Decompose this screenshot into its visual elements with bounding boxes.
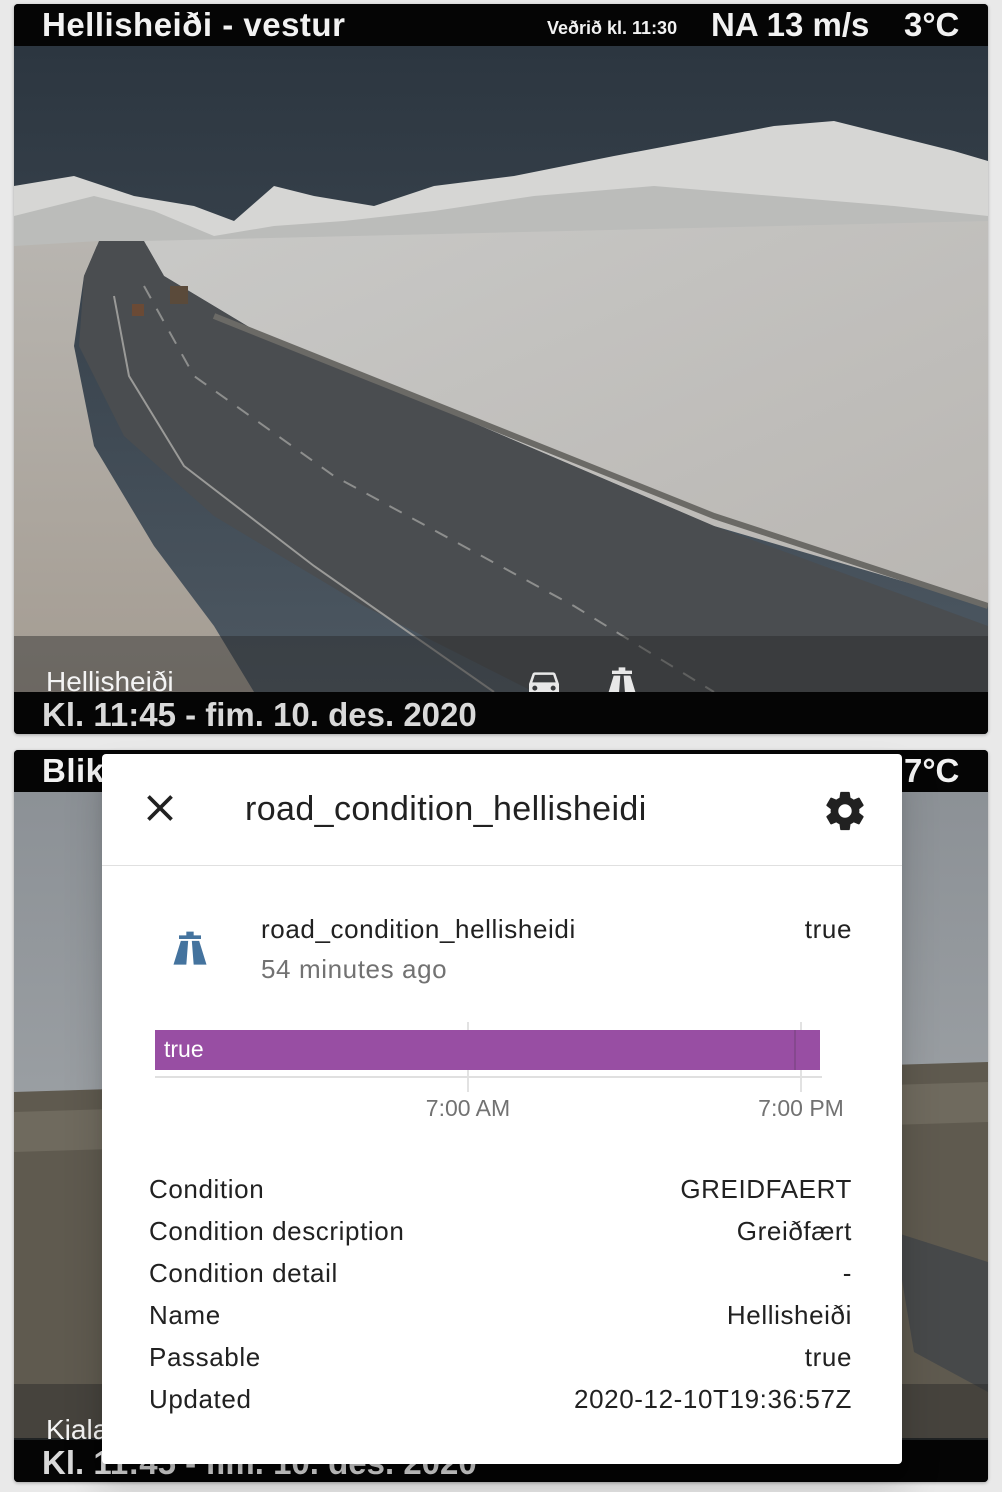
attribute-label: Updated: [149, 1384, 252, 1414]
more-info-dialog: road_condition_hellisheidi road_conditio…: [102, 754, 902, 1464]
gear-icon[interactable]: [822, 788, 868, 834]
entity-state: true: [804, 914, 852, 944]
attribute-value: true: [804, 1342, 852, 1372]
attribute-list: Condition GREIDFAERT Condition descripti…: [149, 1174, 852, 1426]
attribute-row: Condition GREIDFAERT: [149, 1174, 852, 1216]
dialog-header: road_condition_hellisheidi: [102, 754, 902, 866]
attribute-value: GREIDFAERT: [680, 1174, 852, 1204]
last-changed: 54 minutes ago: [261, 954, 448, 984]
state-bar-label: true: [164, 1036, 204, 1062]
attribute-label: Condition: [149, 1174, 265, 1204]
highway-icon: [168, 928, 212, 972]
attribute-row: Updated 2020-12-10T19:36:57Z: [149, 1384, 852, 1426]
attribute-value: 2020-12-10T19:36:57Z: [574, 1384, 852, 1414]
temperature-reading: 3°C: [904, 6, 960, 43]
camera-header: Hellisheiði - vestur Veðrið kl. 11:30 NA…: [14, 4, 988, 46]
timeline-chart: true 7:00 AM 7:00 PM: [155, 1022, 844, 1121]
attribute-value: Hellisheiði: [726, 1300, 852, 1330]
tick-label: 7:00 AM: [426, 1095, 510, 1121]
attribute-value: -: [842, 1258, 852, 1288]
close-icon[interactable]: [138, 786, 182, 830]
history-timeline[interactable]: true 7:00 AM 7:00 PM: [102, 1012, 902, 1132]
attribute-row: Passable true: [149, 1342, 852, 1384]
attribute-label: Name: [149, 1300, 221, 1330]
camera-image[interactable]: [14, 46, 988, 692]
attribute-label: Condition detail: [149, 1258, 338, 1288]
state-bar[interactable]: [155, 1030, 820, 1070]
attribute-row: Condition description Greiðfært: [149, 1216, 852, 1258]
wind-reading: NA 13 m/s: [711, 6, 870, 43]
attribute-value: Greiðfært: [736, 1216, 852, 1246]
entity-name[interactable]: road_condition_hellisheidi: [261, 914, 576, 945]
dialog-title: road_condition_hellisheidi: [245, 790, 647, 828]
attribute-label: Condition description: [149, 1216, 405, 1246]
camera-timestamp: Kl. 11:45 - fim. 10. des. 2020: [42, 696, 477, 733]
camera-title: Blik: [42, 752, 105, 789]
tick-label: 7:00 PM: [758, 1095, 844, 1121]
temperature-reading: 7°C: [904, 752, 960, 789]
camera-card-hellisheidi[interactable]: Hellisheiði - vestur Veðrið kl. 11:30 NA…: [14, 4, 988, 734]
attribute-label: Passable: [149, 1342, 261, 1372]
attribute-row: Name Hellisheiði: [149, 1300, 852, 1342]
camera-overlay-bar: Hellisheiði: [14, 636, 988, 699]
weather-time: Veðrið kl. 11:30: [547, 18, 678, 38]
road-landscape-image: [14, 46, 988, 692]
attribute-row: Condition detail -: [149, 1258, 852, 1300]
camera-title: Hellisheiði - vestur: [42, 6, 346, 43]
